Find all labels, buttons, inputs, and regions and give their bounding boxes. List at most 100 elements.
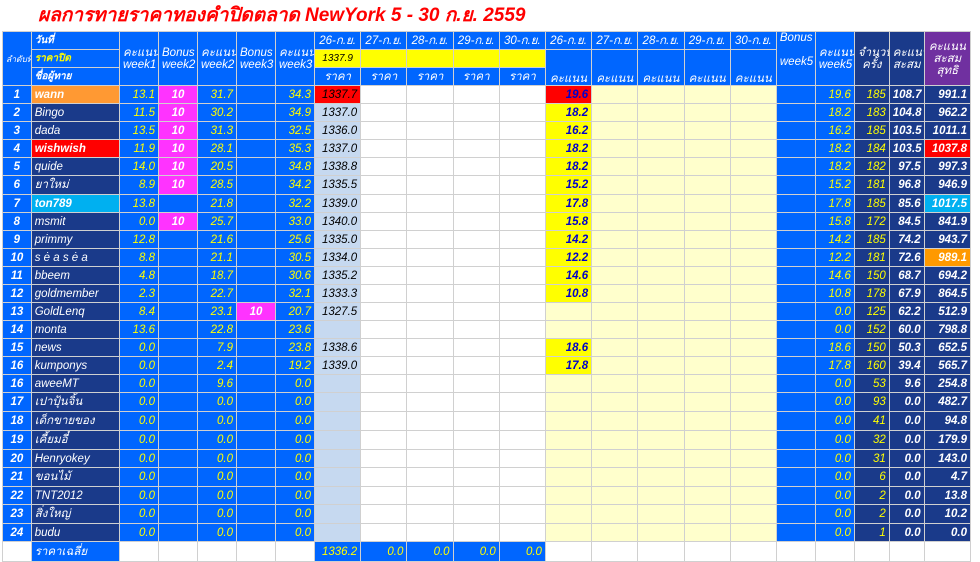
score-empty-cell[interactable] <box>591 212 639 231</box>
week2-cell[interactable]: 30.2 <box>197 103 237 122</box>
score-empty-cell[interactable] <box>591 139 639 158</box>
price-empty-cell[interactable] <box>406 374 454 393</box>
price-empty-cell[interactable] <box>498 175 546 195</box>
price-empty-cell[interactable] <box>498 230 546 249</box>
bonus-week3-cell[interactable] <box>236 374 276 393</box>
price-empty-cell[interactable] <box>452 356 500 375</box>
score-empty-cell[interactable] <box>637 248 685 267</box>
bonus-week2-cell[interactable]: 10 <box>158 212 198 231</box>
week1-cell[interactable]: 0.0 <box>119 523 159 542</box>
week1-cell[interactable]: 13.8 <box>119 194 159 213</box>
week2-cell[interactable]: 28.5 <box>197 175 237 195</box>
score-empty-cell[interactable] <box>591 486 639 505</box>
price-empty-cell[interactable] <box>452 430 500 450</box>
price-empty-cell[interactable] <box>360 103 408 122</box>
bonus-week5-cell[interactable] <box>775 504 816 524</box>
bonus-week3-cell[interactable] <box>236 504 276 524</box>
score-empty-cell[interactable] <box>683 430 731 450</box>
week3-cell[interactable]: 20.7 <box>275 302 315 321</box>
price-empty-cell[interactable] <box>406 139 454 158</box>
score-empty-cell[interactable] <box>683 139 731 158</box>
score-empty-cell[interactable] <box>729 392 777 412</box>
bonus-week2-cell[interactable]: 10 <box>158 139 198 158</box>
bonus-week5-cell[interactable] <box>775 139 816 158</box>
score-empty-cell[interactable] <box>683 175 731 195</box>
score-empty-cell[interactable] <box>729 266 777 285</box>
price-empty-cell[interactable] <box>360 523 408 542</box>
price-empty-cell[interactable] <box>360 194 408 213</box>
price-empty-cell[interactable] <box>406 212 454 231</box>
player-name-cell[interactable]: ton789 <box>30 194 121 213</box>
week2-cell[interactable]: 21.1 <box>197 248 237 267</box>
price-empty-cell[interactable] <box>452 449 500 468</box>
price-empty-cell[interactable] <box>498 284 546 303</box>
week1-cell[interactable]: 0.0 <box>119 486 159 505</box>
score-26-cell[interactable] <box>544 449 593 468</box>
price-empty-cell[interactable] <box>498 430 546 450</box>
bonus-week5-cell[interactable] <box>775 266 816 285</box>
price-empty-cell[interactable] <box>452 121 500 140</box>
bonus-week2-cell[interactable] <box>158 523 198 542</box>
week5-cell[interactable]: 0.0 <box>814 302 855 321</box>
price-empty-cell[interactable] <box>360 85 408 104</box>
score-empty-cell[interactable] <box>637 230 685 249</box>
bonus-week5-cell[interactable] <box>775 411 816 431</box>
score-empty-cell[interactable] <box>729 175 777 195</box>
score-empty-cell[interactable] <box>591 523 639 542</box>
bonus-week2-cell[interactable]: 10 <box>158 175 198 195</box>
price-26-cell[interactable] <box>313 430 362 450</box>
bonus-week5-cell[interactable] <box>775 157 816 176</box>
score-empty-cell[interactable] <box>683 302 731 321</box>
bonus-week2-cell[interactable] <box>158 266 198 285</box>
week5-cell[interactable]: 17.8 <box>814 194 855 213</box>
price-empty-cell[interactable] <box>360 157 408 176</box>
price-26-cell[interactable]: 1340.0 <box>313 212 362 231</box>
score-empty-cell[interactable] <box>591 121 639 140</box>
score-empty-cell[interactable] <box>637 266 685 285</box>
price-26-cell[interactable]: 1334.0 <box>313 248 362 267</box>
bonus-week2-cell[interactable]: 10 <box>158 157 198 176</box>
score-empty-cell[interactable] <box>637 284 685 303</box>
week3-cell[interactable]: 34.3 <box>275 85 315 104</box>
price-empty-cell[interactable] <box>498 411 546 431</box>
price-empty-cell[interactable] <box>406 302 454 321</box>
price-empty-cell[interactable] <box>360 121 408 140</box>
bonus-week5-cell[interactable] <box>775 430 816 450</box>
week1-cell[interactable]: 0.0 <box>119 449 159 468</box>
price-empty-cell[interactable] <box>406 284 454 303</box>
bonus-week2-cell[interactable] <box>158 338 198 357</box>
price-empty-cell[interactable] <box>498 338 546 357</box>
bonus-week5-cell[interactable] <box>775 392 816 412</box>
week2-cell[interactable]: 25.7 <box>197 212 237 231</box>
bonus-week5-cell[interactable] <box>775 302 816 321</box>
score-empty-cell[interactable] <box>591 430 639 450</box>
week1-cell[interactable]: 8.9 <box>119 175 159 195</box>
player-name-cell[interactable]: monta <box>30 320 121 339</box>
bonus-week5-cell[interactable] <box>775 449 816 468</box>
week1-cell[interactable]: 13.5 <box>119 121 159 140</box>
price-empty-cell[interactable] <box>406 504 454 524</box>
bonus-week5-cell[interactable] <box>775 103 816 122</box>
score-26-cell[interactable] <box>544 411 593 431</box>
week1-cell[interactable]: 11.9 <box>119 139 159 158</box>
price-empty-cell[interactable] <box>452 175 500 195</box>
score-26-cell[interactable]: 10.8 <box>544 284 593 303</box>
price-empty-cell[interactable] <box>498 449 546 468</box>
week2-cell[interactable]: 2.4 <box>197 356 237 375</box>
price-empty-cell[interactable] <box>406 486 454 505</box>
score-empty-cell[interactable] <box>729 284 777 303</box>
week2-cell[interactable]: 9.6 <box>197 374 237 393</box>
price-empty-cell[interactable] <box>406 392 454 412</box>
price-26-cell[interactable]: 1335.0 <box>313 230 362 249</box>
price-26-cell[interactable]: 1335.5 <box>313 175 362 195</box>
week1-cell[interactable]: 4.8 <box>119 266 159 285</box>
week3-cell[interactable]: 33.0 <box>275 212 315 231</box>
price-26-cell[interactable]: 1333.3 <box>313 284 362 303</box>
bonus-week3-cell[interactable] <box>236 467 276 487</box>
score-empty-cell[interactable] <box>637 302 685 321</box>
score-empty-cell[interactable] <box>729 449 777 468</box>
price-empty-cell[interactable] <box>360 338 408 357</box>
week3-cell[interactable]: 0.0 <box>275 486 315 505</box>
bonus-week2-cell[interactable] <box>158 248 198 267</box>
week2-cell[interactable]: 0.0 <box>197 392 237 412</box>
